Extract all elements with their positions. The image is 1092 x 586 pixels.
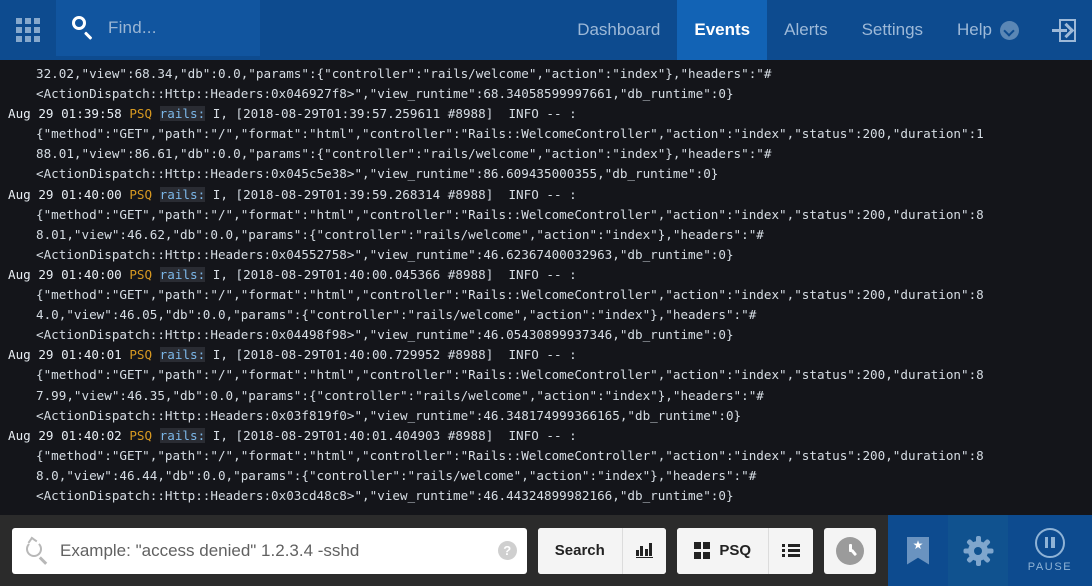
search-input-wrapper[interactable]: Example: "access denied" 1.2.3.4 -sshd ? — [12, 527, 527, 574]
log-entry-continuation: {"method":"GET","path":"/","format":"htm… — [36, 206, 984, 222]
nav-label-alerts: Alerts — [784, 20, 828, 39]
log-entry-continuation: 4.0,"view":46.05,"db":0.0,"params":{"con… — [36, 307, 757, 323]
log-program: rails: — [159, 427, 206, 443]
log-entry-continuation: {"method":"GET","path":"/","format":"htm… — [36, 447, 984, 463]
list-view-button[interactable] — [768, 527, 813, 574]
nav-item-dashboard[interactable]: Dashboard — [560, 0, 677, 60]
source-selector-label: PSQ — [719, 542, 751, 559]
search-button-group: Search — [537, 527, 666, 574]
source-button-group: PSQ — [676, 527, 813, 574]
chevron-down-icon — [1000, 20, 1019, 40]
log-output-panel[interactable]: 32.02,"view":68.34,"db":0.0,"params":{"c… — [0, 60, 1092, 515]
log-host: PSQ — [129, 106, 153, 122]
log-host: PSQ — [129, 266, 153, 282]
log-entry-header: Aug 29 01:39:58 PSQ rails: I, [2018-08-2… — [0, 104, 1092, 124]
refresh-search-icon — [24, 536, 50, 564]
log-entry-continuation: <ActionDispatch::Http::Headers:0x04498f9… — [36, 327, 734, 343]
log-entry-continuation: 32.02,"view":68.34,"db":0.0,"params":{"c… — [36, 66, 772, 81]
settings-button[interactable] — [948, 515, 1008, 586]
bar-chart-icon — [635, 543, 653, 558]
nav-label-dashboard: Dashboard — [577, 20, 661, 39]
log-entry-header: Aug 29 01:40:01 PSQ rails: I, [2018-08-2… — [0, 345, 1092, 365]
log-entry-continuation: 8.01,"view":46.62,"db":0.0,"params":{"co… — [36, 226, 764, 242]
pause-button[interactable]: PAUSE — [1008, 515, 1092, 586]
nav-item-help[interactable]: Help — [940, 0, 1036, 60]
log-entry-continuation: {"method":"GET","path":"/","format":"htm… — [36, 126, 984, 142]
log-entry-header: Aug 29 01:40:00 PSQ rails: I, [2018-08-2… — [0, 185, 1092, 205]
log-host: PSQ — [129, 347, 153, 363]
log-message: I, [2018-08-29T01:40:00.045366 #8988] IN… — [205, 266, 577, 282]
search-button[interactable]: Search — [537, 527, 622, 574]
log-message: I, [2018-08-29T01:39:59.268314 #8988] IN… — [205, 186, 577, 202]
sign-in-arrow-icon — [1052, 18, 1076, 42]
app-grid-icon — [16, 18, 40, 42]
log-timestamp: Aug 29 01:40:00 — [8, 186, 130, 202]
header-find-box[interactable]: Find... — [56, 0, 260, 56]
log-timestamp: Aug 29 01:39:58 — [8, 106, 130, 122]
log-timestamp: Aug 29 01:40:01 — [8, 347, 130, 363]
help-circle-icon[interactable]: ? — [497, 541, 517, 560]
logout-button[interactable] — [1036, 0, 1092, 60]
nav-label-events: Events — [694, 20, 751, 39]
log-entry-header: Aug 29 01:40:02 PSQ rails: I, [2018-08-2… — [0, 426, 1092, 446]
pause-button-label: PAUSE — [1027, 561, 1073, 573]
chart-view-button[interactable] — [621, 527, 666, 574]
clock-icon — [836, 536, 864, 565]
log-entry-continuation: {"method":"GET","path":"/","format":"htm… — [36, 287, 984, 303]
nav-label-help: Help — [957, 20, 992, 39]
log-host: PSQ — [129, 186, 153, 202]
squares-grid-icon — [693, 542, 711, 559]
event-log-viewer: Find... Dashboard Events Alerts Settings… — [0, 0, 1092, 586]
nav-label-settings: Settings — [861, 20, 924, 39]
pause-circle-icon — [1035, 528, 1065, 558]
log-entry-continuation: {"method":"GET","path":"/","format":"htm… — [36, 367, 984, 383]
log-program: rails: — [159, 266, 206, 282]
source-selector-button[interactable]: PSQ — [676, 527, 768, 574]
log-entry-continuation: 7.99,"view":46.35,"db":0.0,"params":{"co… — [36, 387, 764, 403]
nav-item-settings[interactable]: Settings — [845, 0, 940, 60]
nav-item-alerts[interactable]: Alerts — [767, 0, 844, 60]
log-program: rails: — [159, 106, 206, 122]
log-message: I, [2018-08-29T01:39:57.259611 #8988] IN… — [205, 106, 577, 122]
log-entry-continuation: <ActionDispatch::Http::Headers:0x046927f… — [36, 86, 734, 102]
log-entry-continuation: <ActionDispatch::Http::Headers:0x03f819f… — [36, 407, 742, 423]
bookmark-star-icon — [907, 536, 929, 565]
search-input[interactable]: Example: "access denied" 1.2.3.4 -sshd — [60, 541, 492, 561]
main-navigation: Dashboard Events Alerts Settings Help — [560, 0, 1036, 60]
log-entry-continuation: 88.01,"view":86.61,"db":0.0,"params":{"c… — [36, 146, 772, 162]
log-host: PSQ — [129, 427, 153, 443]
log-entry-continuation: <ActionDispatch::Http::Headers:0x0455275… — [36, 246, 734, 262]
time-range-button[interactable] — [824, 527, 876, 574]
log-message: I, [2018-08-29T01:40:00.729952 #8988] IN… — [205, 347, 577, 363]
log-timestamp: Aug 29 01:40:02 — [8, 427, 130, 443]
list-view-icon — [782, 544, 800, 557]
gear-icon — [963, 535, 993, 566]
search-icon — [70, 15, 96, 41]
header-find-placeholder: Find... — [108, 18, 157, 37]
app-header: Find... Dashboard Events Alerts Settings… — [0, 0, 1092, 60]
log-program: rails: — [159, 186, 206, 202]
bottom-toolbar: Example: "access denied" 1.2.3.4 -sshd ?… — [0, 515, 1092, 586]
log-program: rails: — [159, 347, 206, 363]
log-entry-continuation: 8.0,"view":46.44,"db":0.0,"params":{"con… — [36, 467, 757, 483]
bookmark-button[interactable] — [888, 515, 948, 586]
log-entry-continuation: <ActionDispatch::Http::Headers:0x03cd48c… — [36, 487, 734, 503]
log-entry-header: Aug 29 01:40:00 PSQ rails: I, [2018-08-2… — [0, 265, 1092, 285]
app-grid-launcher-button[interactable] — [0, 0, 56, 60]
nav-item-events[interactable]: Events — [677, 0, 768, 60]
header-spacer — [260, 0, 560, 60]
log-entry-continuation: <ActionDispatch::Http::Headers:0x045c5e3… — [36, 166, 719, 182]
toolbar-right-actions: PAUSE — [888, 515, 1092, 586]
log-message: I, [2018-08-29T01:40:01.404903 #8988] IN… — [205, 427, 577, 443]
log-timestamp: Aug 29 01:40:00 — [8, 266, 130, 282]
